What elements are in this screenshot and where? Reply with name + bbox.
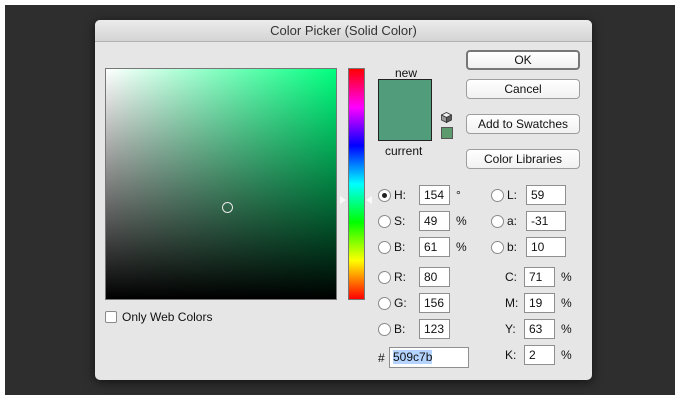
hue-unit: ° <box>456 188 461 202</box>
brightness-radio[interactable] <box>378 240 391 254</box>
cyan-unit: % <box>561 270 572 284</box>
lab-l-row: L: 59 <box>491 185 566 205</box>
current-color-label: current <box>385 144 423 158</box>
yellow-input[interactable]: 63 <box>524 319 555 339</box>
red-label: R: <box>394 270 406 284</box>
websafe-swatch-icon[interactable] <box>441 127 453 139</box>
green-radio[interactable] <box>378 296 391 310</box>
current-color-swatch[interactable] <box>379 110 431 140</box>
new-color-swatch <box>379 80 431 110</box>
cube-icon[interactable] <box>441 112 452 123</box>
hex-label: # <box>378 351 385 365</box>
magenta-row: M: 19 % <box>505 293 572 313</box>
color-picker-dialog: Color Picker (Solid Color) Only Web Colo… <box>95 20 592 380</box>
hue-input[interactable]: 154 <box>419 185 450 205</box>
lab-b-row: b: 10 <box>491 237 566 257</box>
yellow-label: Y: <box>505 322 516 336</box>
lab-a-row: a: -31 <box>491 211 566 231</box>
blue-label: B: <box>394 322 406 336</box>
magenta-label: M: <box>505 296 519 310</box>
black-unit: % <box>561 348 572 362</box>
only-web-colors-label: Only Web Colors <box>122 310 213 324</box>
hue-slider[interactable] <box>348 68 365 300</box>
color-preview-swatch <box>378 79 432 141</box>
hue-radio[interactable] <box>378 188 391 202</box>
saturation-label: S: <box>394 214 406 228</box>
only-web-colors-checkbox[interactable] <box>105 311 117 323</box>
hue-label: H: <box>394 188 406 202</box>
yellow-row: Y: 63 % <box>505 319 572 339</box>
brightness-input[interactable]: 61 <box>419 237 450 257</box>
red-row: R: 80 <box>378 267 450 287</box>
color-libraries-button[interactable]: Color Libraries <box>466 149 580 169</box>
new-color-label: new <box>395 66 418 80</box>
brightness-row: B: 61 % <box>378 237 467 257</box>
brightness-unit: % <box>456 240 467 254</box>
add-to-swatches-button[interactable]: Add to Swatches <box>466 114 580 134</box>
only-web-colors-option[interactable]: Only Web Colors <box>105 310 212 324</box>
green-label: G: <box>394 296 407 310</box>
brightness-label: B: <box>394 240 406 254</box>
green-row: G: 156 <box>378 293 450 313</box>
lab-l-radio[interactable] <box>491 188 504 202</box>
saturation-row: S: 49 % <box>378 211 467 231</box>
yellow-unit: % <box>561 322 572 336</box>
lab-b-input[interactable]: 10 <box>526 237 566 257</box>
saturation-brightness-field[interactable] <box>105 68 337 300</box>
hue-slider-left-arrow-icon[interactable] <box>340 196 346 204</box>
blue-row: B: 123 <box>378 319 450 339</box>
cancel-button[interactable]: Cancel <box>466 79 580 99</box>
cyan-row: C: 71 % <box>505 267 572 287</box>
hex-value: 509c7b <box>393 350 433 364</box>
red-input[interactable]: 80 <box>419 267 450 287</box>
ok-button[interactable]: OK <box>466 50 580 70</box>
saturation-unit: % <box>456 214 467 228</box>
hue-slider-right-arrow-icon[interactable] <box>366 196 372 204</box>
cyan-input[interactable]: 71 <box>524 267 555 287</box>
green-input[interactable]: 156 <box>419 293 450 313</box>
saturation-input[interactable]: 49 <box>419 211 450 231</box>
black-row: K: 2 % <box>505 345 572 365</box>
hue-row: H: 154 ° <box>378 185 461 205</box>
cyan-label: C: <box>505 270 517 284</box>
hex-input[interactable]: 509c7b <box>389 347 469 368</box>
window-title: Color Picker (Solid Color) <box>95 20 592 42</box>
lab-a-label: a: <box>507 214 518 228</box>
lab-b-radio[interactable] <box>491 240 504 254</box>
blue-input[interactable]: 123 <box>419 319 450 339</box>
magenta-input[interactable]: 19 <box>524 293 555 313</box>
red-radio[interactable] <box>378 270 391 284</box>
lab-a-radio[interactable] <box>491 214 504 228</box>
lab-a-input[interactable]: -31 <box>526 211 566 231</box>
color-field-marker[interactable] <box>222 202 233 213</box>
blue-radio[interactable] <box>378 322 391 336</box>
lab-l-input[interactable]: 59 <box>526 185 566 205</box>
lab-b-label: b: <box>507 240 518 254</box>
lab-l-label: L: <box>507 188 518 202</box>
magenta-unit: % <box>561 296 572 310</box>
black-label: K: <box>505 348 517 362</box>
black-input[interactable]: 2 <box>524 345 555 365</box>
saturation-radio[interactable] <box>378 214 391 228</box>
